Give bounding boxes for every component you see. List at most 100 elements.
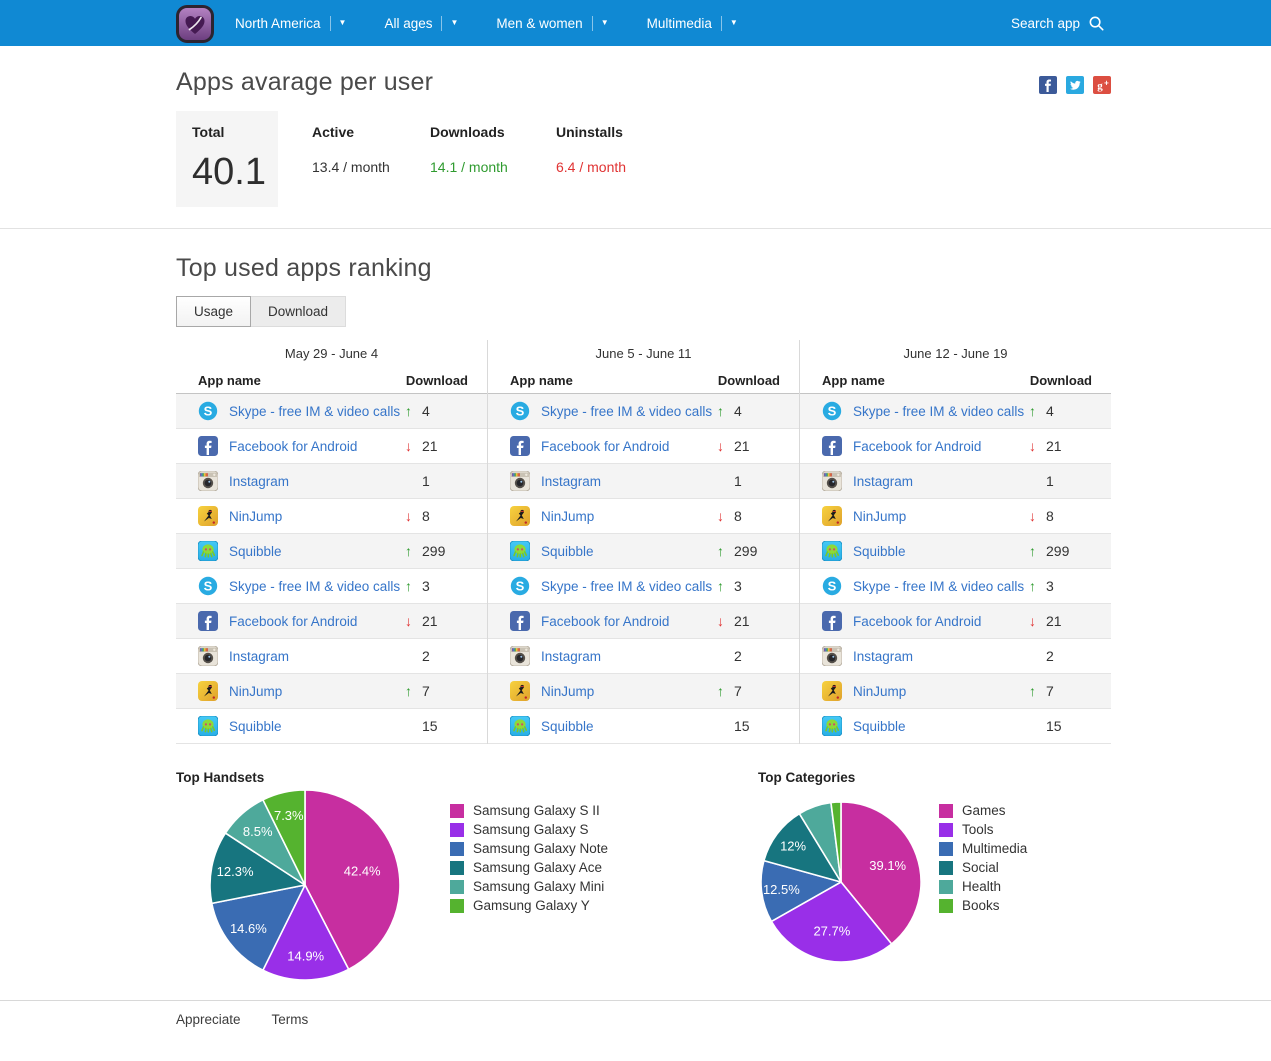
app-name-link[interactable]: Squibble xyxy=(853,544,906,559)
app-name-link[interactable]: NinJump xyxy=(229,684,282,699)
legend-item-multimedia: Multimedia xyxy=(939,839,1027,858)
footer-link-appreciate[interactable]: Appreciate xyxy=(176,1012,241,1027)
download-value: 4 xyxy=(422,403,430,419)
nav-item-north-america[interactable]: North America▼ xyxy=(235,16,346,31)
tab-usage[interactable]: Usage xyxy=(176,296,251,327)
download-value: 21 xyxy=(1046,613,1062,629)
app-name-link[interactable]: Skype - free IM & video calls xyxy=(229,404,400,419)
app-name-link[interactable]: Facebook for Android xyxy=(853,614,981,629)
app-name-link[interactable]: Squibble xyxy=(853,719,906,734)
app-name-link[interactable]: Instagram xyxy=(541,474,601,489)
download-value: 8 xyxy=(1046,508,1054,524)
legend-label: Samsung Galaxy Note xyxy=(473,841,608,856)
top-used-apps-section: Top used apps ranking UsageDownload May … xyxy=(176,229,1111,744)
download-trend: 15 xyxy=(717,718,779,734)
twitter-share-icon[interactable] xyxy=(1066,76,1084,94)
app-name-link[interactable]: NinJump xyxy=(229,509,282,524)
legend-item-books: Books xyxy=(939,896,1027,915)
download-value: 7 xyxy=(734,683,742,699)
app-name-link[interactable]: NinJump xyxy=(541,509,594,524)
table-row: Facebook for Android ↓21 xyxy=(488,429,799,464)
svg-text:S: S xyxy=(204,404,213,419)
legend-swatch xyxy=(450,842,464,856)
nav-item-multimedia[interactable]: Multimedia▼ xyxy=(647,16,738,31)
search-app-button[interactable]: Search app xyxy=(1011,15,1105,32)
app-name-link[interactable]: Skype - free IM & video calls xyxy=(853,404,1024,419)
app-name-link[interactable]: Squibble xyxy=(541,544,594,559)
legend-swatch xyxy=(939,861,953,875)
week-column-1: May 29 - June 4App nameDownloadSSkype - … xyxy=(176,340,488,744)
instagram-app-icon xyxy=(198,471,218,491)
legend-label: Tools xyxy=(962,822,994,837)
table-row: Instagram1 xyxy=(488,464,799,499)
stat-value: 40.1 xyxy=(192,151,278,194)
pie-slice-label: 14.9% xyxy=(287,949,324,964)
ninjump-app-icon xyxy=(822,681,842,701)
download-trend: ↑299 xyxy=(405,543,467,559)
nav-item-men-women[interactable]: Men & women▼ xyxy=(496,16,608,31)
app-name-link[interactable]: Squibble xyxy=(541,719,594,734)
table-row: Facebook for Android↓21 xyxy=(800,429,1111,464)
top-categories-pie-chart: 39.1%27.7%12.5%12% xyxy=(758,799,924,965)
trend-up-icon: ↑ xyxy=(1029,578,1046,594)
footer-link-terms[interactable]: Terms xyxy=(272,1012,309,1027)
app-name-link[interactable]: Facebook for Android xyxy=(229,614,357,629)
skype-app-icon: S xyxy=(822,576,842,596)
download-value: 2 xyxy=(734,648,742,664)
download-trend: ↑299 xyxy=(1029,543,1091,559)
nav-separator xyxy=(441,16,442,31)
squibble-app-icon xyxy=(198,716,218,736)
app-name-link[interactable]: Instagram xyxy=(229,649,289,664)
instagram-app-icon xyxy=(198,646,218,666)
facebook-app-icon xyxy=(822,611,842,631)
app-name-link[interactable]: Facebook for Android xyxy=(541,439,669,454)
table-row: Facebook for Android↓21 xyxy=(800,604,1111,639)
ranking-table: May 29 - June 4App nameDownloadSSkype - … xyxy=(176,340,1111,744)
nav-separator xyxy=(721,16,722,31)
app-name-link[interactable]: Facebook for Android xyxy=(853,439,981,454)
nav-item-all-ages[interactable]: All ages▼ xyxy=(384,16,458,31)
chevron-down-icon: ▼ xyxy=(339,19,347,27)
download-header: Download xyxy=(1030,373,1092,388)
app-name-link[interactable]: Squibble xyxy=(229,719,282,734)
app-name-link[interactable]: NinJump xyxy=(853,684,906,699)
app-name-link[interactable]: Instagram xyxy=(229,474,289,489)
download-value: 1 xyxy=(422,473,430,489)
table-row: NinJump↑7 xyxy=(488,674,799,709)
stat-uninstalls: Uninstalls6.4 / month xyxy=(556,111,682,175)
legend-swatch xyxy=(450,804,464,818)
app-name-link[interactable]: Facebook for Android xyxy=(541,614,669,629)
app-name-link[interactable]: NinJump xyxy=(541,684,594,699)
pie-slice-label: 12% xyxy=(780,838,806,853)
app-name-link[interactable]: Squibble xyxy=(229,544,282,559)
app-name-link[interactable]: Instagram xyxy=(853,474,913,489)
app-name-link[interactable]: Skype - free IM & video calls xyxy=(541,579,712,594)
table-row: NinJump↓8 xyxy=(800,499,1111,534)
download-trend: ↓21 xyxy=(717,613,779,629)
googleplus-share-icon[interactable]: g+ xyxy=(1093,76,1111,94)
app-name-link[interactable]: Instagram xyxy=(541,649,601,664)
legend-swatch xyxy=(450,899,464,913)
legend-swatch xyxy=(939,880,953,894)
trend-up-icon: ↑ xyxy=(717,543,734,559)
table-row: SSkype - free IM & video calls↑4 xyxy=(176,394,487,429)
download-value: 21 xyxy=(422,613,438,629)
download-trend: ↓21 xyxy=(717,438,779,454)
download-value: 15 xyxy=(734,718,750,734)
app-logo[interactable] xyxy=(175,4,215,44)
tab-download[interactable]: Download xyxy=(250,296,346,327)
app-name-link[interactable]: Instagram xyxy=(853,649,913,664)
legend-item-samsung-galaxy-note: Samsung Galaxy Note xyxy=(450,839,608,858)
facebook-share-icon[interactable] xyxy=(1039,76,1057,94)
pie-slice-label: 12.5% xyxy=(763,882,800,897)
legend-item-gamsung-galaxy-y: Gamsung Galaxy Y xyxy=(450,896,608,915)
app-name-link[interactable]: NinJump xyxy=(853,509,906,524)
app-name-link[interactable]: Facebook for Android xyxy=(229,439,357,454)
legend-label: Samsung Galaxy Ace xyxy=(473,860,602,875)
legend-swatch xyxy=(939,842,953,856)
app-name-link[interactable]: Skype - free IM & video calls xyxy=(853,579,1024,594)
legend-label: Samsung Galaxy S II xyxy=(473,803,600,818)
app-name-link[interactable]: Skype - free IM & video calls xyxy=(229,579,400,594)
squibble-app-icon xyxy=(198,541,218,561)
app-name-link[interactable]: Skype - free IM & video calls xyxy=(541,404,712,419)
